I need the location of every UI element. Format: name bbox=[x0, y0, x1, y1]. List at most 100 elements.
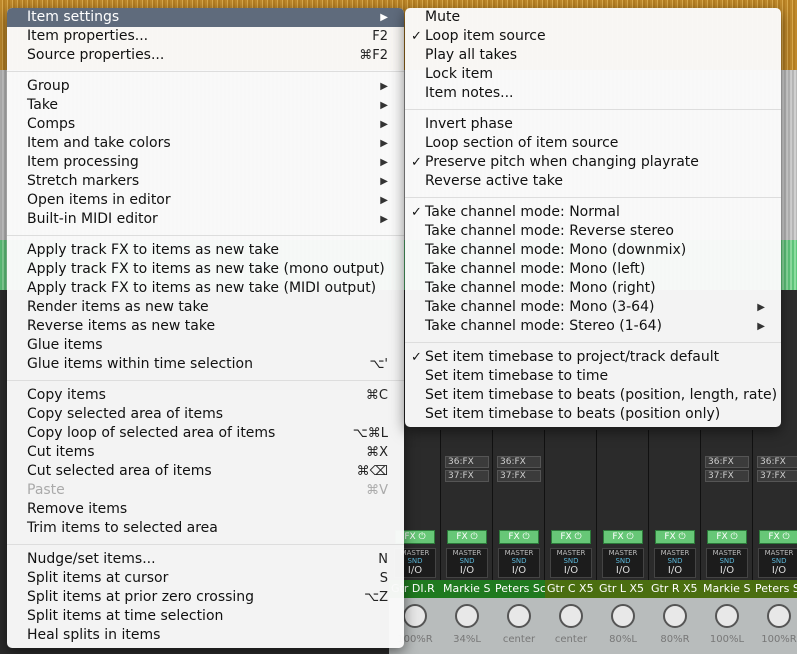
menu-item-take-channel-mode-stereo-1-64[interactable]: Take channel mode: Stereo (1-64) ▶ bbox=[405, 317, 781, 336]
menu-item-source-properties[interactable]: Source properties... ⌘F2 bbox=[7, 46, 404, 65]
menu-item-take-channel-mode-reverse-stereo[interactable]: Take channel mode: Reverse stereo bbox=[405, 222, 781, 241]
menu-item-apply-track-fx-to-items-as-new-take-mono-output[interactable]: Apply track FX to items as new take (mon… bbox=[7, 260, 404, 279]
menu-item-invert-phase[interactable]: Invert phase bbox=[405, 115, 781, 134]
power-icon[interactable]: ⏻ bbox=[783, 532, 790, 542]
track-name[interactable]: Peters Sc bbox=[493, 580, 545, 598]
menu-item-take[interactable]: Take ▶ bbox=[7, 96, 404, 115]
menu-item-set-item-timebase-to-project-track-default[interactable]: ✓ Set item timebase to project/track defa… bbox=[405, 348, 781, 367]
track-name[interactable]: Gtr L X5 bbox=[597, 580, 649, 598]
menu-item-take-channel-mode-normal[interactable]: ✓ Take channel mode: Normal bbox=[405, 203, 781, 222]
menu-item-apply-track-fx-to-items-as-new-take[interactable]: Apply track FX to items as new take bbox=[7, 241, 404, 260]
menu-item-built-in-midi-editor[interactable]: Built-in MIDI editor ▶ bbox=[7, 210, 404, 229]
menu-item-preserve-pitch-when-changing-playrate[interactable]: ✓ Preserve pitch when changing playrate bbox=[405, 153, 781, 172]
io-button[interactable]: MASTER SND I/O bbox=[446, 548, 488, 578]
menu-item-heal-splits-in-items[interactable]: Heal splits in items bbox=[7, 626, 404, 645]
menu-item-play-all-takes[interactable]: Play all takes bbox=[405, 46, 781, 65]
menu-item-copy-loop-of-selected-area-of-items[interactable]: Copy loop of selected area of items ⌥⌘L bbox=[7, 424, 404, 443]
power-icon[interactable]: ⏻ bbox=[523, 532, 530, 542]
menu-item-loop-item-source[interactable]: ✓ Loop item source bbox=[405, 27, 781, 46]
pan-knob[interactable] bbox=[559, 604, 583, 628]
menu-item-render-items-as-new-take[interactable]: Render items as new take bbox=[7, 298, 404, 317]
fx-slot[interactable]: 36:FX bbox=[705, 456, 749, 468]
menu-item-nudge-set-items[interactable]: Nudge/set items... N bbox=[7, 550, 404, 569]
menu-item-take-channel-mode-mono-downmix[interactable]: Take channel mode: Mono (downmix) bbox=[405, 241, 781, 260]
menu-item-item-properties[interactable]: Item properties... F2 bbox=[7, 27, 404, 46]
io-button[interactable]: MASTER SND I/O bbox=[498, 548, 540, 578]
menu-item-set-item-timebase-to-beats-position-length-rate[interactable]: Set item timebase to beats (position, le… bbox=[405, 386, 781, 405]
mixer-strip[interactable]: FX ⏻ MASTER SND I/O Gtr R X5 80%R bbox=[649, 430, 701, 654]
track-name[interactable]: Gtr C X5 bbox=[545, 580, 597, 598]
menu-item-set-item-timebase-to-time[interactable]: Set item timebase to time bbox=[405, 367, 781, 386]
mixer-strip[interactable]: 36:FX 37:FX FX ⏻ MASTER SND I/O Peters Sc cente… bbox=[493, 430, 545, 654]
fx-slot[interactable]: 36:FX bbox=[445, 456, 489, 468]
menu-item-lock-item[interactable]: Lock item bbox=[405, 65, 781, 84]
menu-item-glue-items-within-time-selection[interactable]: Glue items within time selection ⌥' bbox=[7, 355, 404, 374]
menu-item-group[interactable]: Group ▶ bbox=[7, 77, 404, 96]
mixer-strip[interactable]: 36:FX 37:FX FX ⏻ MASTER SND I/O Markie S 100%L bbox=[701, 430, 753, 654]
menu-item-take-channel-mode-mono-left[interactable]: Take channel mode: Mono (left) bbox=[405, 260, 781, 279]
track-name[interactable]: Peters S bbox=[753, 580, 797, 598]
io-button[interactable]: MASTER SND I/O bbox=[550, 548, 592, 578]
pan-knob[interactable] bbox=[663, 604, 687, 628]
power-icon[interactable]: ⏻ bbox=[731, 532, 738, 542]
menu-item-cut-items[interactable]: Cut items ⌘X bbox=[7, 443, 404, 462]
menu-item-item-notes[interactable]: Item notes... bbox=[405, 84, 781, 103]
fx-button[interactable]: FX ⏻ bbox=[603, 530, 643, 544]
pan-knob[interactable] bbox=[403, 604, 427, 628]
io-button[interactable]: MASTER SND I/O bbox=[758, 548, 797, 578]
menu-item-stretch-markers[interactable]: Stretch markers ▶ bbox=[7, 172, 404, 191]
mixer-strip[interactable]: 36:FX 37:FX FX ⏻ MASTER SND I/O Markie S 34%L bbox=[441, 430, 493, 654]
menu-item-copy-items[interactable]: Copy items ⌘C bbox=[7, 386, 404, 405]
track-name[interactable]: Markie S bbox=[441, 580, 493, 598]
pan-knob[interactable] bbox=[455, 604, 479, 628]
fx-slot[interactable]: 36:FX bbox=[757, 456, 797, 468]
fx-slot[interactable]: 37:FX bbox=[757, 470, 797, 482]
menu-item-comps[interactable]: Comps ▶ bbox=[7, 115, 404, 134]
power-icon[interactable]: ⏻ bbox=[575, 532, 582, 542]
menu-item-item-settings[interactable]: Item settings ▶ bbox=[7, 8, 404, 27]
power-icon[interactable]: ⏻ bbox=[419, 532, 426, 542]
power-icon[interactable]: ⏻ bbox=[627, 532, 634, 542]
fx-button[interactable]: FX ⏻ bbox=[447, 530, 487, 544]
menu-item-cut-selected-area-of-items[interactable]: Cut selected area of items ⌘⌫ bbox=[7, 462, 404, 481]
menu-item-split-items-at-prior-zero-crossing[interactable]: Split items at prior zero crossing ⌥Z bbox=[7, 588, 404, 607]
menu-item-reverse-items-as-new-take[interactable]: Reverse items as new take bbox=[7, 317, 404, 336]
mixer-strip[interactable]: FX ⏻ MASTER SND I/O Gtr C X5 center bbox=[545, 430, 597, 654]
menu-item-take-channel-mode-mono-3-64[interactable]: Take channel mode: Mono (3-64) ▶ bbox=[405, 298, 781, 317]
menu-item-loop-section-of-item-source[interactable]: Loop section of item source bbox=[405, 134, 781, 153]
menu-item-copy-selected-area-of-items[interactable]: Copy selected area of items bbox=[7, 405, 404, 424]
menu-item-take-channel-mode-mono-right[interactable]: Take channel mode: Mono (right) bbox=[405, 279, 781, 298]
menu-item-mute[interactable]: Mute bbox=[405, 8, 781, 27]
fx-slot[interactable]: 36:FX bbox=[497, 456, 541, 468]
io-button[interactable]: MASTER SND I/O bbox=[602, 548, 644, 578]
power-icon[interactable]: ⏻ bbox=[471, 532, 478, 542]
io-button[interactable]: MASTER SND I/O bbox=[654, 548, 696, 578]
menu-item-remove-items[interactable]: Remove items bbox=[7, 500, 404, 519]
fx-button[interactable]: FX ⏻ bbox=[655, 530, 695, 544]
fx-slot[interactable]: 37:FX bbox=[445, 470, 489, 482]
fx-button[interactable]: FX ⏻ bbox=[707, 530, 747, 544]
mixer-strip[interactable]: 36:FX 37:FX FX ⏻ MASTER SND I/O Peters S 100%R bbox=[753, 430, 797, 654]
fx-button[interactable]: FX ⏻ bbox=[759, 530, 797, 544]
menu-item-split-items-at-cursor[interactable]: Split items at cursor S bbox=[7, 569, 404, 588]
io-button[interactable]: MASTER SND I/O bbox=[706, 548, 748, 578]
fx-button[interactable]: FX ⏻ bbox=[551, 530, 591, 544]
menu-item-item-processing[interactable]: Item processing ▶ bbox=[7, 153, 404, 172]
menu-item-reverse-active-take[interactable]: Reverse active take bbox=[405, 172, 781, 191]
fx-slot[interactable]: 37:FX bbox=[705, 470, 749, 482]
menu-item-glue-items[interactable]: Glue items bbox=[7, 336, 404, 355]
fx-slot[interactable]: 37:FX bbox=[497, 470, 541, 482]
pan-knob[interactable] bbox=[507, 604, 531, 628]
menu-item-trim-items-to-selected-area[interactable]: Trim items to selected area bbox=[7, 519, 404, 538]
track-name[interactable]: Markie S bbox=[701, 580, 753, 598]
pan-knob[interactable] bbox=[611, 604, 635, 628]
menu-item-item-and-take-colors[interactable]: Item and take colors ▶ bbox=[7, 134, 404, 153]
menu-item-set-item-timebase-to-beats-position-only[interactable]: Set item timebase to beats (position onl… bbox=[405, 405, 781, 424]
fx-button[interactable]: FX ⏻ bbox=[499, 530, 539, 544]
menu-item-split-items-at-time-selection[interactable]: Split items at time selection bbox=[7, 607, 404, 626]
power-icon[interactable]: ⏻ bbox=[679, 532, 686, 542]
pan-knob[interactable] bbox=[767, 604, 791, 628]
track-name[interactable]: Gtr R X5 bbox=[649, 580, 701, 598]
pan-knob[interactable] bbox=[715, 604, 739, 628]
menu-item-open-items-in-editor[interactable]: Open items in editor ▶ bbox=[7, 191, 404, 210]
